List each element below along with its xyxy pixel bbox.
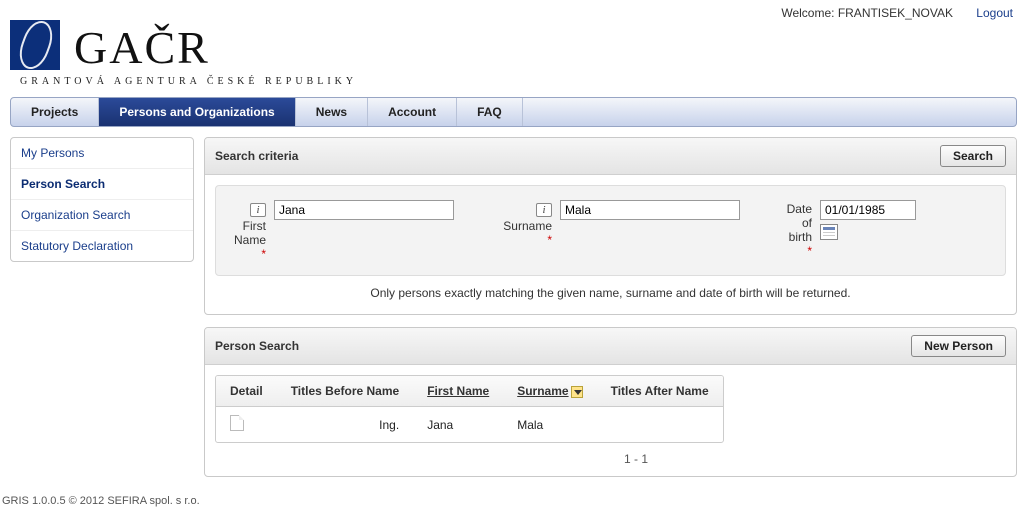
cell-surname: Mala bbox=[503, 407, 596, 443]
menu-account[interactable]: Account bbox=[368, 98, 457, 126]
logo-area: GAČR GRANTOVÁ AGENTURA ČESKÉ REPUBLIKY bbox=[0, 20, 1027, 97]
search-criteria-panel: Search criteria Search i First Name * bbox=[204, 137, 1017, 315]
footer: GRIS 1.0.0.5 © 2012 SEFIRA spol. s r.o. bbox=[0, 477, 1027, 513]
surname-label: Surname bbox=[494, 219, 552, 233]
first-name-input[interactable] bbox=[274, 200, 454, 220]
surname-input[interactable] bbox=[560, 200, 740, 220]
search-criteria-title: Search criteria bbox=[215, 149, 298, 163]
info-icon: i bbox=[250, 203, 266, 217]
logout-link[interactable]: Logout bbox=[976, 6, 1013, 20]
calendar-icon[interactable] bbox=[820, 224, 838, 240]
cell-titles-before: Ing. bbox=[277, 407, 414, 443]
new-person-button[interactable]: New Person bbox=[911, 335, 1006, 357]
sort-desc-icon bbox=[571, 386, 583, 398]
col-titles-after: Titles After Name bbox=[597, 376, 723, 407]
col-surname[interactable]: Surname bbox=[503, 376, 596, 407]
search-button[interactable]: Search bbox=[940, 145, 1006, 167]
cell-first-name: Jana bbox=[413, 407, 503, 443]
first-name-label: First Name bbox=[226, 219, 266, 247]
required-asterisk: * bbox=[494, 233, 552, 247]
cell-titles-after bbox=[597, 407, 723, 443]
welcome-username: FRANTISEK_NOVAK bbox=[838, 6, 953, 20]
sidebar-organization-search[interactable]: Organization Search bbox=[11, 200, 193, 231]
table-row: Ing. Jana Mala bbox=[216, 407, 723, 443]
welcome-label: Welcome: bbox=[781, 6, 834, 20]
info-icon: i bbox=[536, 203, 552, 217]
results-title: Person Search bbox=[215, 339, 299, 353]
results-table: Detail Titles Before Name First Name Sur… bbox=[215, 375, 724, 443]
menu-faq[interactable]: FAQ bbox=[457, 98, 523, 126]
logo-mark-icon bbox=[10, 20, 60, 70]
sidebar-my-persons[interactable]: My Persons bbox=[11, 138, 193, 169]
dob-label: Date of birth bbox=[780, 202, 812, 244]
dob-input[interactable] bbox=[820, 200, 916, 220]
detail-icon[interactable] bbox=[230, 415, 244, 431]
col-detail: Detail bbox=[216, 376, 277, 407]
results-panel: Person Search New Person Detail Titles B… bbox=[204, 327, 1017, 477]
logo-subtext: GRANTOVÁ AGENTURA ČESKÉ REPUBLIKY bbox=[10, 70, 1027, 97]
pager: 1 - 1 bbox=[215, 446, 652, 466]
criteria-note: Only persons exactly matching the given … bbox=[205, 286, 1016, 314]
logo-text: GAČR bbox=[74, 26, 210, 70]
col-titles-before: Titles Before Name bbox=[277, 376, 414, 407]
menu-news[interactable]: News bbox=[296, 98, 368, 126]
main-menu: Projects Persons and Organizations News … bbox=[10, 97, 1017, 127]
required-asterisk: * bbox=[226, 247, 266, 261]
menu-persons-orgs[interactable]: Persons and Organizations bbox=[99, 98, 295, 126]
sidebar: My Persons Person Search Organization Se… bbox=[10, 137, 194, 262]
sidebar-statutory-declaration[interactable]: Statutory Declaration bbox=[11, 231, 193, 261]
sidebar-person-search[interactable]: Person Search bbox=[11, 169, 193, 200]
menu-projects[interactable]: Projects bbox=[11, 98, 99, 126]
required-asterisk: * bbox=[780, 244, 812, 258]
col-first-name[interactable]: First Name bbox=[413, 376, 503, 407]
